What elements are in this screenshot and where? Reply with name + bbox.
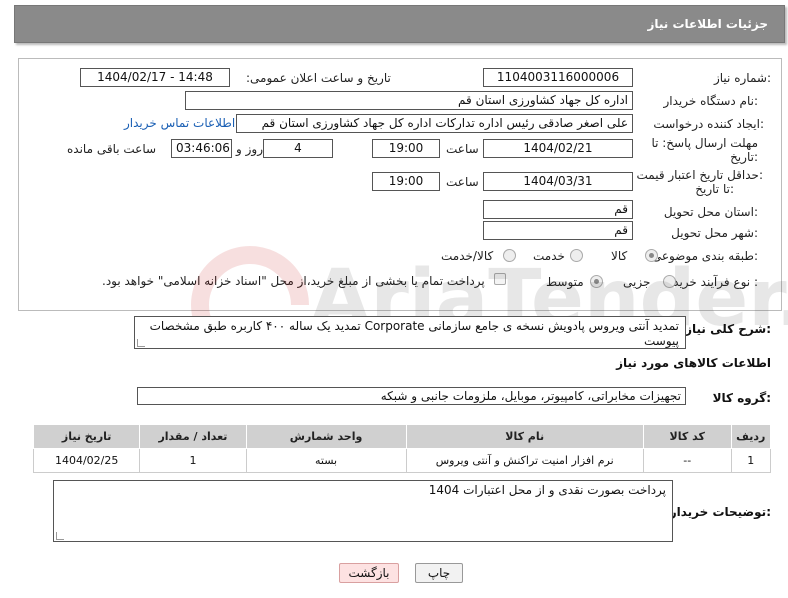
purchase-type-label: نوع فرآیند خرید : — [673, 275, 758, 289]
category-both-label: کالا/خدمت — [441, 249, 494, 263]
page-header: جزئیات اطلاعات نیاز — [14, 5, 785, 43]
treasury-payment-checkbox[interactable] — [494, 273, 506, 285]
print-button[interactable]: چاپ — [415, 563, 463, 583]
goods-group-field: تجهیزات مخابراتی، کامپیوتر، موبایل، ملزو… — [137, 387, 686, 405]
category-both-radio[interactable] — [503, 249, 516, 262]
days-label: روز و — [236, 142, 263, 156]
col-goods-code: کد کالا — [642, 424, 732, 449]
goods-info-title: اطلاعات کالاهای مورد نیاز — [616, 356, 771, 370]
back-button[interactable]: بازگشت — [339, 563, 399, 583]
purchase-medium-radio[interactable] — [590, 275, 603, 288]
cell-row-number: 1 — [730, 448, 772, 473]
cell-goods-name: نرم افزار امنیت تراکنش و آنتی ویروس — [405, 448, 644, 473]
response-deadline-label-2: تاریخ: — [730, 150, 758, 164]
buyer-org-field: اداره کل جهاد کشاورزی استان قم — [185, 91, 633, 110]
buyer-org-label: نام دستگاه خریدار: — [663, 94, 759, 108]
cell-quantity: 1 — [139, 448, 247, 473]
general-description-label: شرح کلی نیاز: — [685, 322, 771, 336]
response-time-field: 19:00 — [372, 139, 440, 158]
table-row: 1 -- نرم افزار امنیت تراکنش و آنتی ویروس… — [32, 448, 772, 473]
treasury-payment-note: پرداخت تمام یا بخشی از مبلغ خرید،از محل … — [102, 274, 485, 288]
general-description-textarea: تمدید آنتی ویروس پادویش نسخه ی جامع سازم… — [134, 316, 686, 349]
creator-field: علی اصغر صادقی رئیس اداره تدارکات اداره … — [236, 114, 633, 133]
remaining-time-field: 03:46:06 — [171, 139, 232, 158]
response-time-label: ساعت — [446, 142, 479, 156]
buyer-notes-text: پرداخت بصورت نقدی و از محل اعتبارات 1404 — [428, 483, 666, 497]
announce-datetime-field: 1404/02/17 - 14:48 — [80, 68, 230, 87]
category-service-label: خدمت — [533, 249, 565, 263]
price-validity-label: حداقل تاریخ اعتبار قیمت: — [636, 168, 763, 182]
category-service-radio[interactable] — [570, 249, 583, 262]
cell-goods-code: -- — [642, 448, 732, 473]
announce-datetime-label: تاریخ و ساعت اعلان عمومی: — [246, 71, 391, 85]
buyer-contact-link[interactable]: اطلاعات تماس خریدار — [124, 116, 235, 130]
delivery-city-field: قم — [483, 221, 633, 240]
buyer-notes-textarea: پرداخت بصورت نقدی و از محل اعتبارات 1404 — [53, 480, 673, 542]
delivery-province-field: قم — [483, 200, 633, 219]
need-number-label: شماره نیاز: — [713, 71, 771, 85]
page-title: جزئیات اطلاعات نیاز — [647, 17, 768, 31]
response-date-field: 1404/02/21 — [483, 139, 633, 158]
price-validity-time-label: ساعت — [446, 175, 479, 189]
resize-handle-icon[interactable] — [137, 339, 145, 347]
purchase-small-radio[interactable] — [663, 275, 676, 288]
purchase-medium-label: متوسط — [546, 275, 584, 289]
cell-need-date: 1404/02/25 — [32, 448, 141, 473]
general-description-text: تمدید آنتی ویروس پادویش نسخه ی جامع سازم… — [149, 319, 679, 348]
delivery-city-label: شهر محل تحویل: — [671, 226, 758, 240]
response-deadline-label: مهلت ارسال پاسخ: تا — [651, 136, 758, 150]
resize-handle-icon[interactable] — [56, 532, 64, 540]
cell-unit: بسته — [245, 448, 407, 473]
buyer-notes-label: توضیحات خریدار: — [669, 505, 771, 519]
goods-table: ردیف کد کالا نام کالا واحد شمارش تعداد /… — [32, 424, 772, 473]
col-goods-name: نام کالا — [405, 424, 644, 449]
col-unit: واحد شمارش — [245, 424, 407, 449]
need-number-field: 1104003116000006 — [483, 68, 633, 87]
category-label: طبقه بندی موضوعی: — [651, 249, 758, 263]
price-validity-label-2: تا تاریخ: — [695, 182, 734, 196]
price-validity-time-field: 19:00 — [372, 172, 440, 191]
col-row-number: ردیف — [730, 424, 772, 449]
price-validity-date-field: 1404/03/31 — [483, 172, 633, 191]
delivery-province-label: استان محل تحویل: — [663, 205, 758, 219]
remaining-time-label: ساعت باقی مانده — [67, 142, 157, 156]
purchase-small-label: جزیی — [623, 275, 651, 289]
col-quantity: تعداد / مقدار — [139, 424, 247, 449]
col-need-date: تاریخ نیاز — [32, 424, 141, 449]
creator-label: ایجاد کننده درخواست: — [653, 117, 764, 131]
category-goods-label: کالا — [611, 249, 628, 263]
category-goods-radio[interactable] — [645, 249, 658, 262]
goods-group-label: گروه کالا: — [712, 391, 771, 405]
remaining-days-field: 4 — [263, 139, 333, 158]
table-header-row: ردیف کد کالا نام کالا واحد شمارش تعداد /… — [32, 424, 772, 449]
